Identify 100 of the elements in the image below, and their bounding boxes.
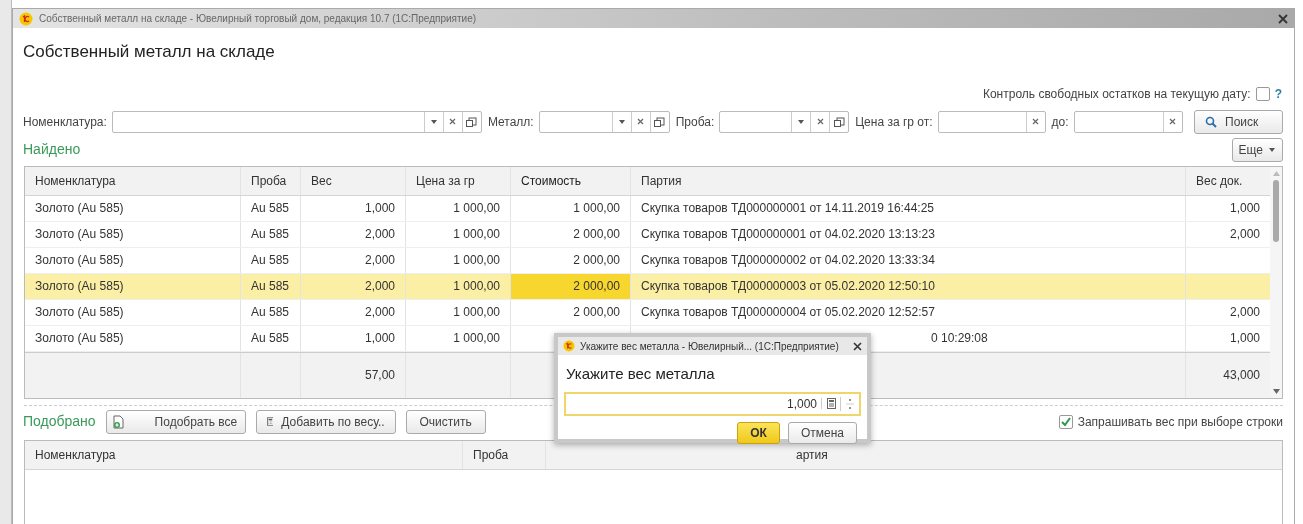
- checkbox[interactable]: [1058, 414, 1073, 429]
- table-cell: Золото (Au 585): [25, 221, 241, 247]
- table-cell: 2,000: [301, 247, 406, 273]
- app-logo-icon: [19, 11, 33, 26]
- table-row[interactable]: Золото (Au 585) Au 585 2,000 1 000,00 2 000,00 Скупка товаров ТД000000003 от 05.02.2020 12:50:10: [25, 273, 1270, 300]
- input-field[interactable]: [937, 110, 1046, 133]
- more-button[interactable]: Еще: [1231, 137, 1283, 162]
- checkbox-label: Контроль свободных остатков на текущую дату:: [982, 85, 1251, 103]
- field-label: Номенклатура:: [23, 113, 107, 131]
- help-link[interactable]: ?: [1274, 84, 1282, 103]
- toolbar-button[interactable]: Очистить: [405, 409, 486, 434]
- calculator-icon[interactable]: [826, 398, 836, 409]
- column-header[interactable]: Вес: [301, 166, 406, 195]
- table-row[interactable]: Золото (Au 585) Au 585 2,000 1 000,00 2 000,00 Скупка товаров ТД000000002 от 04.02.2020 13:33:34: [25, 247, 1270, 274]
- table-cell: 2 000,00: [511, 273, 631, 299]
- input-field[interactable]: [1073, 110, 1183, 133]
- close-button[interactable]: [1278, 13, 1288, 24]
- total-cell-text: 43,000: [1222, 367, 1261, 384]
- field-label: Проба:: [675, 113, 715, 131]
- total-cell: 57,00: [301, 352, 406, 398]
- scrollbar[interactable]: [1270, 166, 1282, 398]
- scroll-down-icon[interactable]: [1272, 388, 1280, 394]
- column-header[interactable]: Проба: [241, 166, 301, 195]
- table-cell-text: 1,000: [1228, 200, 1261, 217]
- dialog-heading: Укажите вес металла: [566, 364, 716, 384]
- table-cell: 2 000,00: [511, 221, 631, 247]
- close-button[interactable]: [853, 341, 862, 351]
- calculator-icon: [266, 416, 274, 427]
- table-row[interactable]: Золото (Au 585) Au 585 2,000 1 000,00 2 000,00 Скупка товаров ТД000000001 от 04.02.2020 13:13:23 2,000: [25, 221, 1270, 248]
- table-cell-text: 1,000: [1228, 330, 1261, 347]
- dropdown-icon[interactable]: [617, 117, 626, 126]
- spinner-icon[interactable]: [846, 396, 854, 411]
- weight-field[interactable]: 1,000: [564, 391, 861, 416]
- table-cell: Скупка товаров ТД000000002 от 04.02.2020 13:33:34: [631, 247, 1186, 273]
- table-cell: Золото (Au 585): [25, 273, 241, 299]
- search-icon: [1205, 115, 1217, 128]
- checkbox[interactable]: [1255, 86, 1270, 101]
- field-label: Металл:: [487, 113, 534, 131]
- table-cell: 1 000,00: [406, 247, 511, 273]
- column-header[interactable]: Номенклатура: [25, 166, 241, 195]
- table-cell: Скупка товаров ТД000000004 от 05.02.2020 12:52:57: [631, 299, 1186, 325]
- table-cell: Скупка товаров ТД000000001 от 04.02.2020 13:13:23: [631, 221, 1186, 247]
- window-title: Собственный металл на складе - Ювелирный торговый дом, редакция 10.7 (1С:Предприятие): [39, 12, 477, 26]
- table-cell: Золото (Au 585): [25, 299, 241, 325]
- section-title: Найдено: [23, 140, 81, 159]
- column-header[interactable]: Стоимость: [511, 166, 631, 195]
- ok-button[interactable]: ОК: [737, 421, 780, 444]
- table-row[interactable]: Золото (Au 585) Au 585 2,000 1 000,00 2 000,00 Скупка товаров ТД000000004 от 05.02.2020 12:52:57 2,000: [25, 299, 1270, 326]
- table-cell: Золото (Au 585): [25, 195, 241, 221]
- table-cell: 2,000: [301, 273, 406, 299]
- app-logo-icon: [563, 340, 575, 352]
- document-add-icon: [112, 414, 125, 429]
- column-header[interactable]: Вес док.: [1186, 166, 1270, 195]
- column-header[interactable]: Проба: [463, 440, 546, 469]
- clear-icon[interactable]: [637, 118, 645, 125]
- table-cell: 1 000,00: [406, 325, 511, 351]
- cancel-button[interactable]: Отмена: [787, 421, 857, 444]
- section-title: Подобрано: [23, 412, 96, 431]
- clear-icon[interactable]: [1032, 118, 1040, 125]
- dropdown-icon[interactable]: [797, 117, 806, 126]
- table-cell: Au 585: [241, 299, 301, 325]
- table-cell: 2,000: [301, 299, 406, 325]
- table-cell: Au 585: [241, 195, 301, 221]
- table-cell: 1 000,00: [406, 299, 511, 325]
- column-header[interactable]: Номенклатура: [25, 440, 463, 469]
- open-icon[interactable]: [466, 116, 478, 127]
- table-cell: Au 585: [241, 247, 301, 273]
- table-cell: 1,000: [301, 195, 406, 221]
- form-title: Собственный металл на складе: [23, 41, 276, 63]
- toolbar-button[interactable]: Добавить по весу..: [255, 409, 396, 434]
- open-icon[interactable]: [654, 116, 666, 127]
- clear-icon[interactable]: [449, 118, 457, 125]
- dropdown-icon[interactable]: [429, 117, 438, 126]
- caret-icon: [1268, 145, 1276, 154]
- table-cell: Золото (Au 585): [25, 247, 241, 273]
- clear-icon[interactable]: [1169, 118, 1177, 125]
- table-cell: Au 585: [241, 221, 301, 247]
- toolbar-button[interactable]: Подобрать все: [105, 409, 246, 434]
- input-field[interactable]: [719, 110, 850, 133]
- table-cell-text: 2,000: [1228, 226, 1261, 243]
- clear-icon[interactable]: [816, 118, 824, 125]
- check-icon: [1060, 416, 1071, 427]
- table-cell: 2,000: [301, 221, 406, 247]
- input-field[interactable]: [538, 110, 670, 133]
- search-button[interactable]: Поиск: [1194, 109, 1283, 134]
- column-header[interactable]: Цена за гр: [406, 166, 511, 195]
- table-cell: 2 000,00: [511, 299, 631, 325]
- table-cell: Скупка товаров ТД000000003 от 05.02.2020 12:50:10: [631, 273, 1186, 299]
- table-cell-text: 2,000: [1228, 304, 1261, 321]
- input-text[interactable]: 1,000: [566, 394, 821, 413]
- column-header[interactable]: Партия: [631, 166, 1186, 195]
- open-icon[interactable]: [833, 116, 845, 127]
- table-cell: Золото (Au 585): [25, 325, 241, 351]
- table-row[interactable]: Золото (Au 585) Au 585 1,000 1 000,00 1 000,00 Скупка товаров ТД000000001 от 14.11.2019 16:44:25 1,000: [25, 195, 1270, 222]
- table-cell: 2 000,00: [511, 247, 631, 273]
- input-field[interactable]: [111, 110, 482, 133]
- field-label: до:: [1051, 113, 1069, 131]
- table-cell: 1 000,00: [406, 221, 511, 247]
- table-cell: Au 585: [241, 325, 301, 351]
- table-cell: 1 000,00: [511, 195, 631, 221]
